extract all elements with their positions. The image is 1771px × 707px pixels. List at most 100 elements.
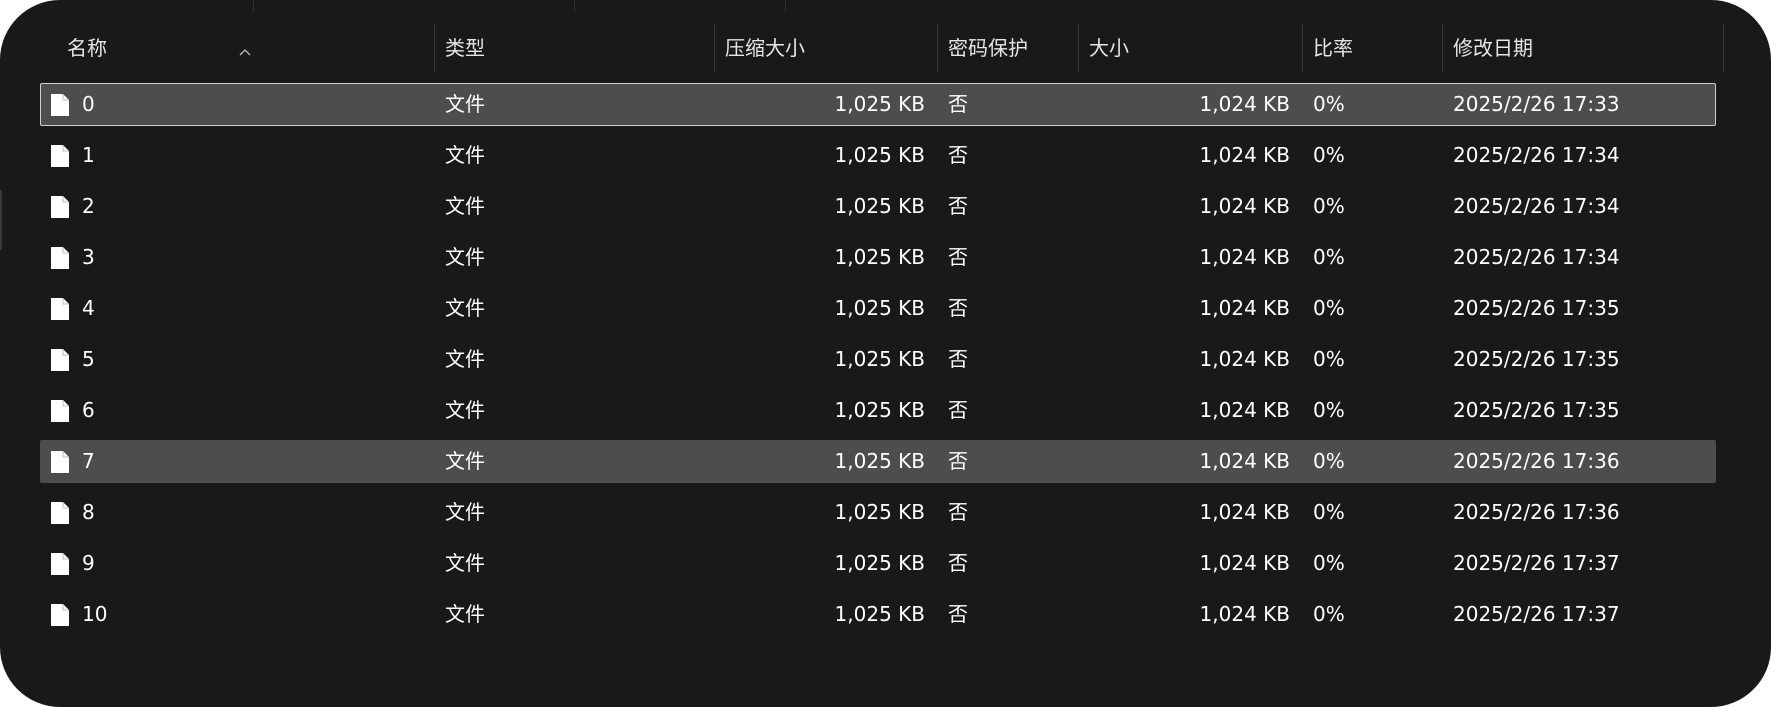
cell-size: 1,024 KB <box>1199 500 1290 524</box>
cell-modified: 2025/2/26 17:37 <box>1453 602 1620 626</box>
file-icon <box>50 93 70 117</box>
column-header-compressed-size[interactable]: 压缩大小 <box>715 24 938 72</box>
cell-modified: 2025/2/26 17:35 <box>1453 296 1620 320</box>
cell-ratio: 0% <box>1313 194 1345 218</box>
cell-ratio: 0% <box>1313 143 1345 167</box>
cell-ratio: 0% <box>1313 398 1345 422</box>
cell-name: 0 <box>82 92 95 116</box>
cell-size: 1,024 KB <box>1199 296 1290 320</box>
column-header-modified[interactable]: 修改日期 <box>1443 24 1724 72</box>
cell-compressed-size: 1,025 KB <box>834 398 925 422</box>
cell-type: 文件 <box>445 194 485 218</box>
table-row[interactable]: 10 文件 1,025 KB 否 1,024 KB 0% 2025/2/26 17:37 <box>0 592 1771 643</box>
cell-modified: 2025/2/26 17:34 <box>1453 194 1620 218</box>
cell-password: 否 <box>948 602 968 626</box>
cell-modified: 2025/2/26 17:34 <box>1453 143 1620 167</box>
cell-password: 否 <box>948 449 968 473</box>
file-icon <box>50 195 70 219</box>
cell-size: 1,024 KB <box>1199 92 1290 116</box>
table-row[interactable]: 7 文件 1,025 KB 否 1,024 KB 0% 2025/2/26 17:36 <box>0 439 1771 490</box>
cell-ratio: 0% <box>1313 296 1345 320</box>
cell-type: 文件 <box>445 92 485 116</box>
file-icon <box>50 297 70 321</box>
file-icon <box>50 246 70 270</box>
cell-name: 6 <box>82 398 95 422</box>
file-icon <box>50 348 70 372</box>
table-row[interactable]: 9 文件 1,025 KB 否 1,024 KB 0% 2025/2/26 17:37 <box>0 541 1771 592</box>
cell-ratio: 0% <box>1313 602 1345 626</box>
cell-size: 1,024 KB <box>1199 449 1290 473</box>
cell-compressed-size: 1,025 KB <box>834 143 925 167</box>
toolbar-segment <box>254 0 575 12</box>
cell-password: 否 <box>948 194 968 218</box>
cell-compressed-size: 1,025 KB <box>834 449 925 473</box>
cell-type: 文件 <box>445 296 485 320</box>
cell-ratio: 0% <box>1313 347 1345 371</box>
cell-name: 4 <box>82 296 95 320</box>
cell-size: 1,024 KB <box>1199 551 1290 575</box>
file-icon <box>50 552 70 576</box>
column-header-password[interactable]: 密码保护 <box>938 24 1079 72</box>
cell-modified: 2025/2/26 17:35 <box>1453 398 1620 422</box>
table-row[interactable]: 0 文件 1,025 KB 否 1,024 KB 0% 2025/2/26 17:33 <box>0 82 1771 133</box>
table-row[interactable]: 3 文件 1,025 KB 否 1,024 KB 0% 2025/2/26 17:34 <box>0 235 1771 286</box>
cell-type: 文件 <box>445 143 485 167</box>
archive-file-list-window: 名称 类型 压缩大小 密码保护 大小 比率 修改日期 0 文件 1,025 KB 否 1… <box>0 0 1771 707</box>
cell-name: 2 <box>82 194 95 218</box>
cell-type: 文件 <box>445 500 485 524</box>
cell-size: 1,024 KB <box>1199 602 1290 626</box>
cell-ratio: 0% <box>1313 551 1345 575</box>
cell-modified: 2025/2/26 17:36 <box>1453 449 1620 473</box>
cell-modified: 2025/2/26 17:35 <box>1453 347 1620 371</box>
table-row[interactable]: 6 文件 1,025 KB 否 1,024 KB 0% 2025/2/26 17:35 <box>0 388 1771 439</box>
cell-modified: 2025/2/26 17:34 <box>1453 245 1620 269</box>
cell-modified: 2025/2/26 17:37 <box>1453 551 1620 575</box>
cell-name: 8 <box>82 500 95 524</box>
cell-ratio: 0% <box>1313 245 1345 269</box>
toolbar-segment <box>575 0 786 12</box>
cell-name: 9 <box>82 551 95 575</box>
column-header-ratio[interactable]: 比率 <box>1303 24 1443 72</box>
cell-password: 否 <box>948 347 968 371</box>
cell-password: 否 <box>948 551 968 575</box>
cell-modified: 2025/2/26 17:33 <box>1453 92 1620 116</box>
cell-type: 文件 <box>445 347 485 371</box>
cell-ratio: 0% <box>1313 449 1345 473</box>
cell-type: 文件 <box>445 551 485 575</box>
column-header-size[interactable]: 大小 <box>1079 24 1303 72</box>
cell-compressed-size: 1,025 KB <box>834 347 925 371</box>
cell-password: 否 <box>948 500 968 524</box>
table-row[interactable]: 1 文件 1,025 KB 否 1,024 KB 0% 2025/2/26 17:34 <box>0 133 1771 184</box>
cell-size: 1,024 KB <box>1199 398 1290 422</box>
cell-type: 文件 <box>445 602 485 626</box>
cell-password: 否 <box>948 245 968 269</box>
table-row[interactable]: 5 文件 1,025 KB 否 1,024 KB 0% 2025/2/26 17:35 <box>0 337 1771 388</box>
cell-type: 文件 <box>445 398 485 422</box>
cell-compressed-size: 1,025 KB <box>834 92 925 116</box>
cell-password: 否 <box>948 296 968 320</box>
top-toolbar-strip <box>0 0 1771 12</box>
cell-size: 1,024 KB <box>1199 194 1290 218</box>
cell-type: 文件 <box>445 245 485 269</box>
cell-password: 否 <box>948 398 968 422</box>
cell-ratio: 0% <box>1313 500 1345 524</box>
file-icon <box>50 144 70 168</box>
cell-name: 7 <box>82 449 95 473</box>
cell-size: 1,024 KB <box>1199 143 1290 167</box>
column-header-row: 名称 类型 压缩大小 密码保护 大小 比率 修改日期 <box>0 24 1771 72</box>
column-header-type[interactable]: 类型 <box>435 24 715 72</box>
table-row[interactable]: 2 文件 1,025 KB 否 1,024 KB 0% 2025/2/26 17:34 <box>0 184 1771 235</box>
cell-compressed-size: 1,025 KB <box>834 245 925 269</box>
file-icon <box>50 399 70 423</box>
cell-type: 文件 <box>445 449 485 473</box>
cell-compressed-size: 1,025 KB <box>834 602 925 626</box>
cell-name: 10 <box>82 602 108 626</box>
cell-name: 3 <box>82 245 95 269</box>
table-row[interactable]: 4 文件 1,025 KB 否 1,024 KB 0% 2025/2/26 17:35 <box>0 286 1771 337</box>
table-row[interactable]: 8 文件 1,025 KB 否 1,024 KB 0% 2025/2/26 17:36 <box>0 490 1771 541</box>
cell-compressed-size: 1,025 KB <box>834 296 925 320</box>
toolbar-segment <box>0 0 254 12</box>
cell-size: 1,024 KB <box>1199 245 1290 269</box>
cell-compressed-size: 1,025 KB <box>834 500 925 524</box>
file-icon <box>50 450 70 474</box>
